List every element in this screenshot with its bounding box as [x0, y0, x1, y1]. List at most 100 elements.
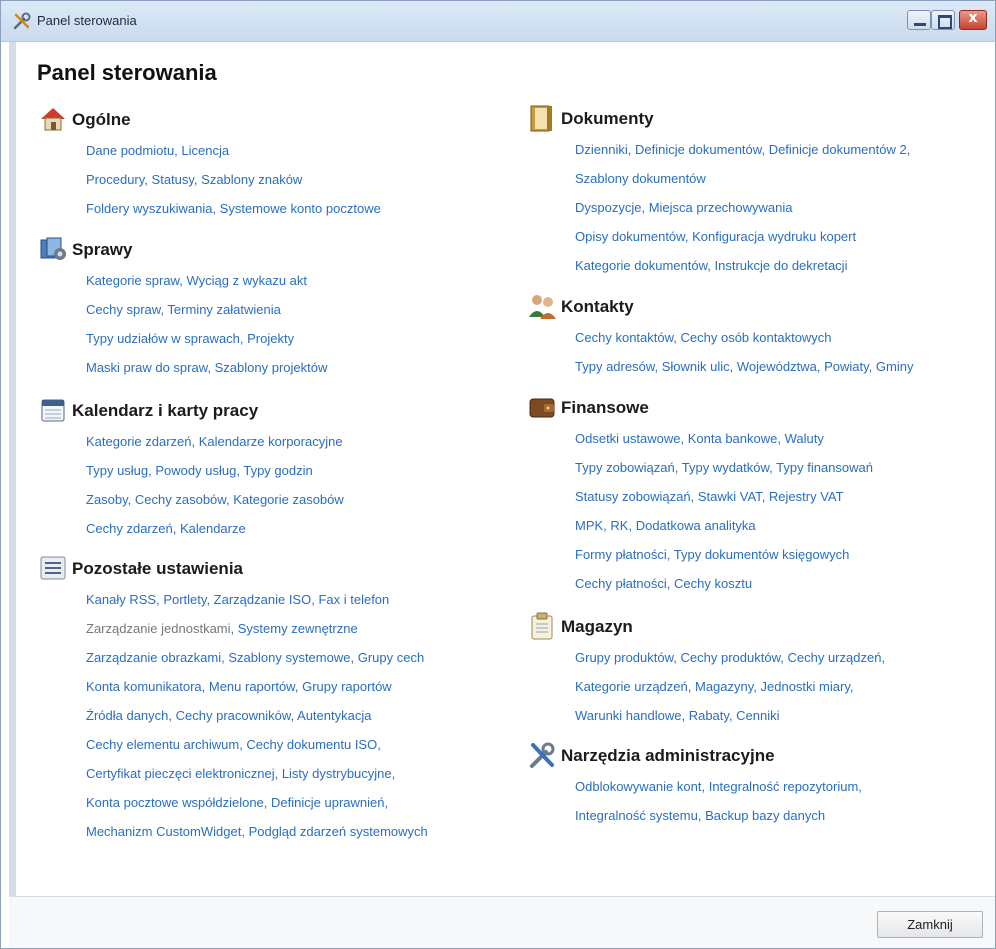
link-item[interactable]: Grupy produktów	[575, 650, 673, 665]
link-item[interactable]: Grupy raportów	[302, 679, 392, 694]
link-item[interactable]: Powody usług	[155, 463, 236, 478]
link-item[interactable]: Cechy osób kontaktowych	[681, 330, 832, 345]
link-item[interactable]: Formy płatności	[575, 547, 667, 562]
link-item[interactable]: Kalendarze	[180, 521, 246, 536]
link-item[interactable]: Jednostki miary	[761, 679, 850, 694]
link-item[interactable]: Typy adresów	[575, 359, 655, 374]
link-item[interactable]: Słownik ulic	[662, 359, 730, 374]
link-item[interactable]: Waluty	[785, 431, 824, 446]
link-item[interactable]: Maski praw do spraw	[86, 360, 207, 375]
link-item[interactable]: Kategorie dokumentów	[575, 258, 707, 273]
link-item[interactable]: Certyfikat pieczęci elektronicznej	[86, 766, 275, 781]
link-item[interactable]: Cechy urządzeń	[787, 650, 881, 665]
link-item[interactable]: Dzienniki	[575, 142, 628, 157]
link-item[interactable]: Statusy zobowiązań	[575, 489, 691, 504]
link-item[interactable]: Rabaty	[689, 708, 729, 723]
link-item[interactable]: Cechy zdarzeń	[86, 521, 173, 536]
link-item[interactable]: Warunki handlowe	[575, 708, 681, 723]
link-item[interactable]: Kalendarze korporacyjne	[199, 434, 343, 449]
link-item[interactable]: Cechy kontaktów	[575, 330, 673, 345]
link-item[interactable]: Miejsca przechowywania	[649, 200, 793, 215]
link-item[interactable]: Projekty	[247, 331, 294, 346]
link-item[interactable]: Odsetki ustawowe	[575, 431, 681, 446]
link-item[interactable]: Konta pocztowe współdzielone	[86, 795, 264, 810]
link-item[interactable]: Szablony znaków	[201, 172, 302, 187]
link-item[interactable]: Listy dystrybucyjne	[282, 766, 392, 781]
link-item[interactable]: Integralność systemu	[575, 808, 698, 823]
link-item[interactable]: Cechy spraw	[86, 302, 160, 317]
link-item[interactable]: Menu raportów	[209, 679, 295, 694]
link-item[interactable]: Cenniki	[736, 708, 779, 723]
link-item[interactable]: Typy godzin	[243, 463, 312, 478]
link-item[interactable]: Procedury	[86, 172, 144, 187]
link-item[interactable]: Portlety	[163, 592, 206, 607]
link-item[interactable]: Dodatkowa analityka	[636, 518, 756, 533]
link-item[interactable]: Systemy zewnętrzne	[238, 621, 358, 636]
link-item[interactable]: Terminy załatwienia	[167, 302, 280, 317]
link-item[interactable]: Powiaty	[824, 359, 869, 374]
link-item[interactable]: Kategorie zasobów	[233, 492, 344, 507]
link-item[interactable]: Cechy dokumentu ISO	[246, 737, 377, 752]
link-item[interactable]: Typy udziałów w sprawach	[86, 331, 240, 346]
link-item[interactable]: Cechy zasobów	[135, 492, 226, 507]
link-item[interactable]: Instrukcje do dekretacji	[715, 258, 848, 273]
link-item[interactable]: Wyciąg z wykazu akt	[186, 273, 307, 288]
link-item[interactable]: Cechy kosztu	[674, 576, 752, 591]
link-item[interactable]: Konta bankowe	[688, 431, 778, 446]
link-item[interactable]: Dyspozycje	[575, 200, 641, 215]
link-item[interactable]: Licencja	[181, 143, 229, 158]
link-item[interactable]: Grupy cech	[358, 650, 424, 665]
link-item[interactable]: Podgląd zdarzeń systemowych	[249, 824, 428, 839]
link-item[interactable]: Rejestry VAT	[769, 489, 844, 504]
link-item[interactable]: Definicje dokumentów	[635, 142, 761, 157]
link-item[interactable]: Zasoby	[86, 492, 128, 507]
link-item[interactable]: Autentykacja	[297, 708, 371, 723]
link-item[interactable]: Kanały RSS	[86, 592, 156, 607]
link-item[interactable]: Źródła danych	[86, 708, 168, 723]
link-item[interactable]: Kategorie spraw	[86, 273, 179, 288]
link-item[interactable]: Odblokowywanie kont	[575, 779, 701, 794]
link-item[interactable]: Konfiguracja wydruku kopert	[692, 229, 856, 244]
link-item[interactable]: Mechanizm CustomWidget	[86, 824, 241, 839]
close-window-button[interactable]: x	[959, 10, 987, 30]
link-line: Maski praw do spraw, Szablony projektów	[86, 353, 327, 382]
link-item[interactable]: RK	[610, 518, 628, 533]
link-item[interactable]: Cechy produktów	[681, 650, 781, 665]
link-item[interactable]: Definicje uprawnień	[271, 795, 384, 810]
link-item[interactable]: Magazyny	[695, 679, 753, 694]
link-item[interactable]: Gminy	[876, 359, 914, 374]
link-item[interactable]: Szablony systemowe	[228, 650, 350, 665]
link-item[interactable]: Definicje dokumentów 2	[769, 142, 907, 157]
link-item[interactable]: Cechy pracowników	[176, 708, 291, 723]
link-item[interactable]: Zarządzanie ISO	[214, 592, 312, 607]
link-item[interactable]: Foldery wyszukiwania	[86, 201, 212, 216]
link-item[interactable]: Typy zobowiązań	[575, 460, 675, 475]
link-item[interactable]: Typy finansowań	[776, 460, 873, 475]
link-item[interactable]: Zarządzanie jednostkami	[86, 621, 231, 636]
link-item[interactable]: Województwa	[737, 359, 817, 374]
link-item[interactable]: Systemowe konto pocztowe	[220, 201, 381, 216]
link-item[interactable]: Konta komunikatora	[86, 679, 202, 694]
link-item[interactable]: Cechy płatności	[575, 576, 667, 591]
link-item[interactable]: Kategorie urządzeń	[575, 679, 688, 694]
link-item[interactable]: Backup bazy danych	[705, 808, 825, 823]
minimize-button[interactable]	[907, 10, 931, 30]
link-item[interactable]: Typy wydatków	[682, 460, 769, 475]
link-item[interactable]: Dane podmiotu	[86, 143, 174, 158]
link-item[interactable]: Opisy dokumentów	[575, 229, 685, 244]
link-item[interactable]: Statusy	[152, 172, 194, 187]
link-item[interactable]: Kategorie zdarzeń	[86, 434, 192, 449]
link-item[interactable]: Stawki VAT	[698, 489, 762, 504]
link-item[interactable]: Zarządzanie obrazkami	[86, 650, 221, 665]
maximize-button[interactable]	[931, 10, 955, 30]
link-item[interactable]: Typy dokumentów księgowych	[674, 547, 850, 562]
link-item[interactable]: Integralność repozytorium	[709, 779, 859, 794]
title-bar[interactable]: Panel sterowania x	[1, 1, 995, 42]
link-item[interactable]: Fax i telefon	[318, 592, 389, 607]
link-item[interactable]: Szablony projektów	[215, 360, 328, 375]
link-item[interactable]: MPK	[575, 518, 603, 533]
close-button[interactable]: Zamknij	[877, 911, 983, 938]
link-item[interactable]: Cechy elementu archiwum	[86, 737, 239, 752]
link-item[interactable]: Szablony dokumentów	[575, 171, 706, 186]
link-item[interactable]: Typy usług	[86, 463, 148, 478]
